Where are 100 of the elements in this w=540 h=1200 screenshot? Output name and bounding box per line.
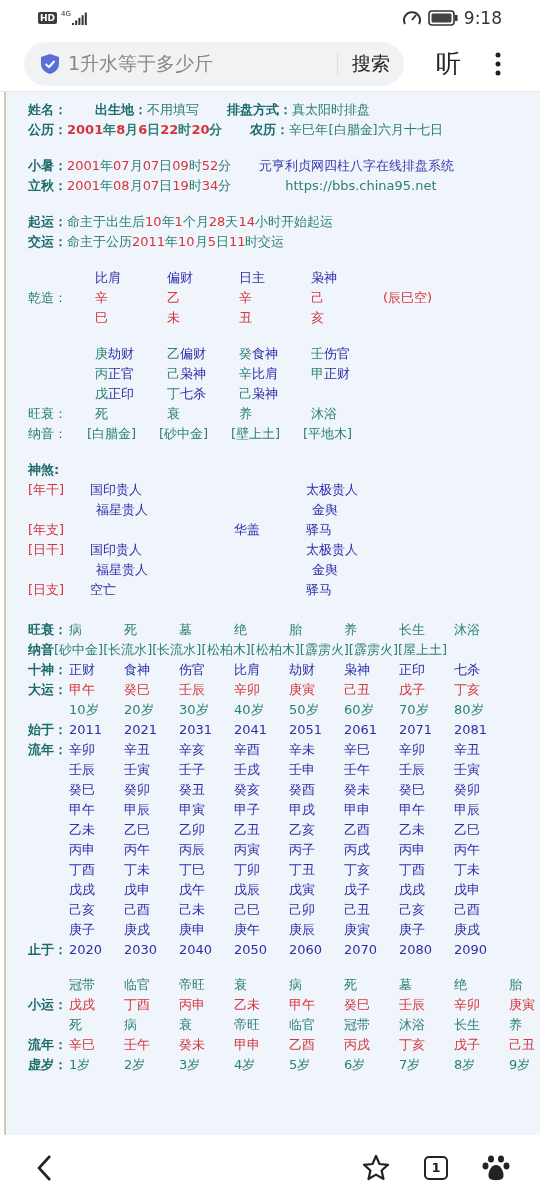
strength-value: 养: [239, 405, 252, 423]
table-cell-text: 戊申: [454, 881, 481, 899]
listen-button[interactable]: 听: [436, 47, 461, 80]
table-cell-text: 壬寅: [124, 761, 151, 779]
ten-god-label: 偏财: [167, 269, 193, 287]
table-cell-text: 戊寅: [289, 881, 316, 899]
table-cell-text: 养: [344, 621, 358, 639]
table-cell-text: 庚子: [69, 921, 96, 939]
hidden-stem: 辛比肩: [239, 365, 278, 383]
hidden-stem: 丙正官: [95, 365, 134, 383]
table-cell-text: 庚戌: [454, 921, 481, 939]
hidden-stem: 壬伤官: [311, 345, 350, 363]
table-cell-text: 辛丑: [124, 741, 151, 759]
table-cell-text: 2071: [399, 721, 434, 739]
site-url: https://bbs.china95.net: [284, 177, 437, 195]
table-cell-text: 己亥: [69, 901, 96, 919]
table-cell-text: 癸亥: [234, 781, 261, 799]
hidden-stem: 丁七杀: [167, 385, 206, 403]
table-cell-text: 戊戌: [399, 881, 426, 899]
table-cell-text: 庚戌: [124, 921, 151, 939]
tab-count-button[interactable]: 1: [424, 1155, 448, 1180]
table-cell-text: 2050: [234, 941, 269, 959]
table-cell-text: 丙子: [289, 841, 316, 859]
table-cell-text: 癸卯: [124, 781, 151, 799]
table-cell-text: 2021: [124, 721, 159, 739]
nayin-list: [砂中金][长流水][长流水][松柏木][松柏木][霹雳火][霹雳火][屋上土]: [54, 640, 448, 660]
table-cell-text: 冠带: [69, 976, 96, 994]
table-cell-text: 7岁: [399, 1056, 422, 1074]
table-cell-text: 壬寅: [454, 761, 481, 779]
table-cell-text: 乙巳: [454, 821, 481, 839]
field-value: 不用填写: [147, 101, 199, 119]
star-icon[interactable]: [362, 1154, 390, 1181]
table-cell-text: 己巳: [234, 901, 261, 919]
table-cell-text: 己酉: [454, 901, 481, 919]
ten-god-label: 日主: [239, 269, 265, 287]
table-cell-text: 丁丑: [289, 861, 316, 879]
section-title: 神煞:: [28, 461, 61, 479]
table-cell-text: 4岁: [234, 1056, 257, 1074]
table-cell-text: 甲午: [69, 681, 96, 699]
table-cell-text: 2060: [289, 941, 324, 959]
table-cell-text: 癸未: [179, 1036, 206, 1054]
table-cell-text: 2081: [454, 721, 489, 739]
table-cell-text: 2031: [179, 721, 214, 739]
table-cell-text: 癸巳: [399, 781, 426, 799]
table-cell-text: 壬辰: [399, 996, 426, 1014]
table-cell-text: 丁酉: [69, 861, 96, 879]
table-cell-text: 3岁: [179, 1056, 202, 1074]
field-value: 2001年08月07 日 19时34分: [67, 177, 232, 195]
table-cell-text: 丁亥: [344, 861, 371, 879]
hidden-stem: 甲正财: [311, 365, 350, 383]
table-cell-text: 辛巳: [344, 741, 371, 759]
hidden-stem: 庚劫财: [95, 345, 134, 363]
row-label: 流年：: [28, 1036, 68, 1054]
table-cell-text: 衰: [234, 976, 248, 994]
table-cell-text: 正印: [399, 661, 426, 679]
search-button[interactable]: 搜索: [352, 50, 390, 77]
table-cell-text: 丙午: [454, 841, 481, 859]
table-cell-text: 2070: [344, 941, 379, 959]
table-cell-text: 2011: [69, 721, 104, 739]
table-cell-text: 癸巳: [69, 781, 96, 799]
table-cell-text: 辛卯: [454, 996, 481, 1014]
table-cell-text: 墓: [399, 976, 413, 994]
field-label: 公历：: [28, 121, 67, 139]
row-label: 旺衰：: [28, 405, 67, 423]
hidden-stem: 戊正印: [95, 385, 134, 403]
table-cell-text: 癸酉: [289, 781, 316, 799]
table-cell-text: 病: [69, 621, 83, 639]
table-cell-text: 临官: [124, 976, 151, 994]
table-cell-text: 壬辰: [399, 761, 426, 779]
shensha-item: 金舆: [312, 562, 338, 577]
field-value: 元亨利贞网四柱八字在线排盘系统: [259, 157, 455, 175]
table-cell-text: 2080: [399, 941, 434, 959]
table-cell-text: 衰: [179, 1016, 193, 1034]
paw-icon[interactable]: [482, 1153, 510, 1182]
pillar-tag: [日干]: [28, 540, 90, 560]
table-cell-text: 丙申: [69, 841, 96, 859]
table-cell-text: 甲午: [399, 801, 426, 819]
table-cell-text: 乙巳: [124, 821, 151, 839]
row-label: 大运：: [28, 681, 68, 699]
back-icon[interactable]: [36, 1153, 52, 1182]
menu-icon[interactable]: [495, 51, 501, 76]
search-bar[interactable]: 1升水等于多少斤 搜索: [24, 41, 404, 86]
table-cell-text: 辛卯: [234, 681, 261, 699]
nayin-value: [平地木]: [303, 425, 353, 443]
table-cell-text: 伤官: [179, 661, 206, 679]
table-cell-text: 30岁: [179, 701, 210, 719]
row-label: 虚岁：: [28, 1056, 68, 1074]
table-cell-text: 戊戌: [69, 996, 96, 1014]
table-cell-text: 死: [69, 1016, 83, 1034]
field-value: 真太阳时排盘: [292, 101, 370, 119]
table-cell-text: 壬辰: [179, 681, 206, 699]
table-cell-text: 戊午: [179, 881, 206, 899]
table-cell-text: 乙酉: [289, 1036, 316, 1054]
table-cell-text: 癸未: [344, 781, 371, 799]
nayin-value: [白腊金]: [87, 425, 137, 443]
table-cell-text: 丙辰: [179, 841, 206, 859]
row-label: 小运：: [28, 996, 68, 1014]
table-cell-text: 乙丑: [234, 821, 261, 839]
table-cell-text: 甲申: [344, 801, 371, 819]
table-cell-text: 丙申: [399, 841, 426, 859]
